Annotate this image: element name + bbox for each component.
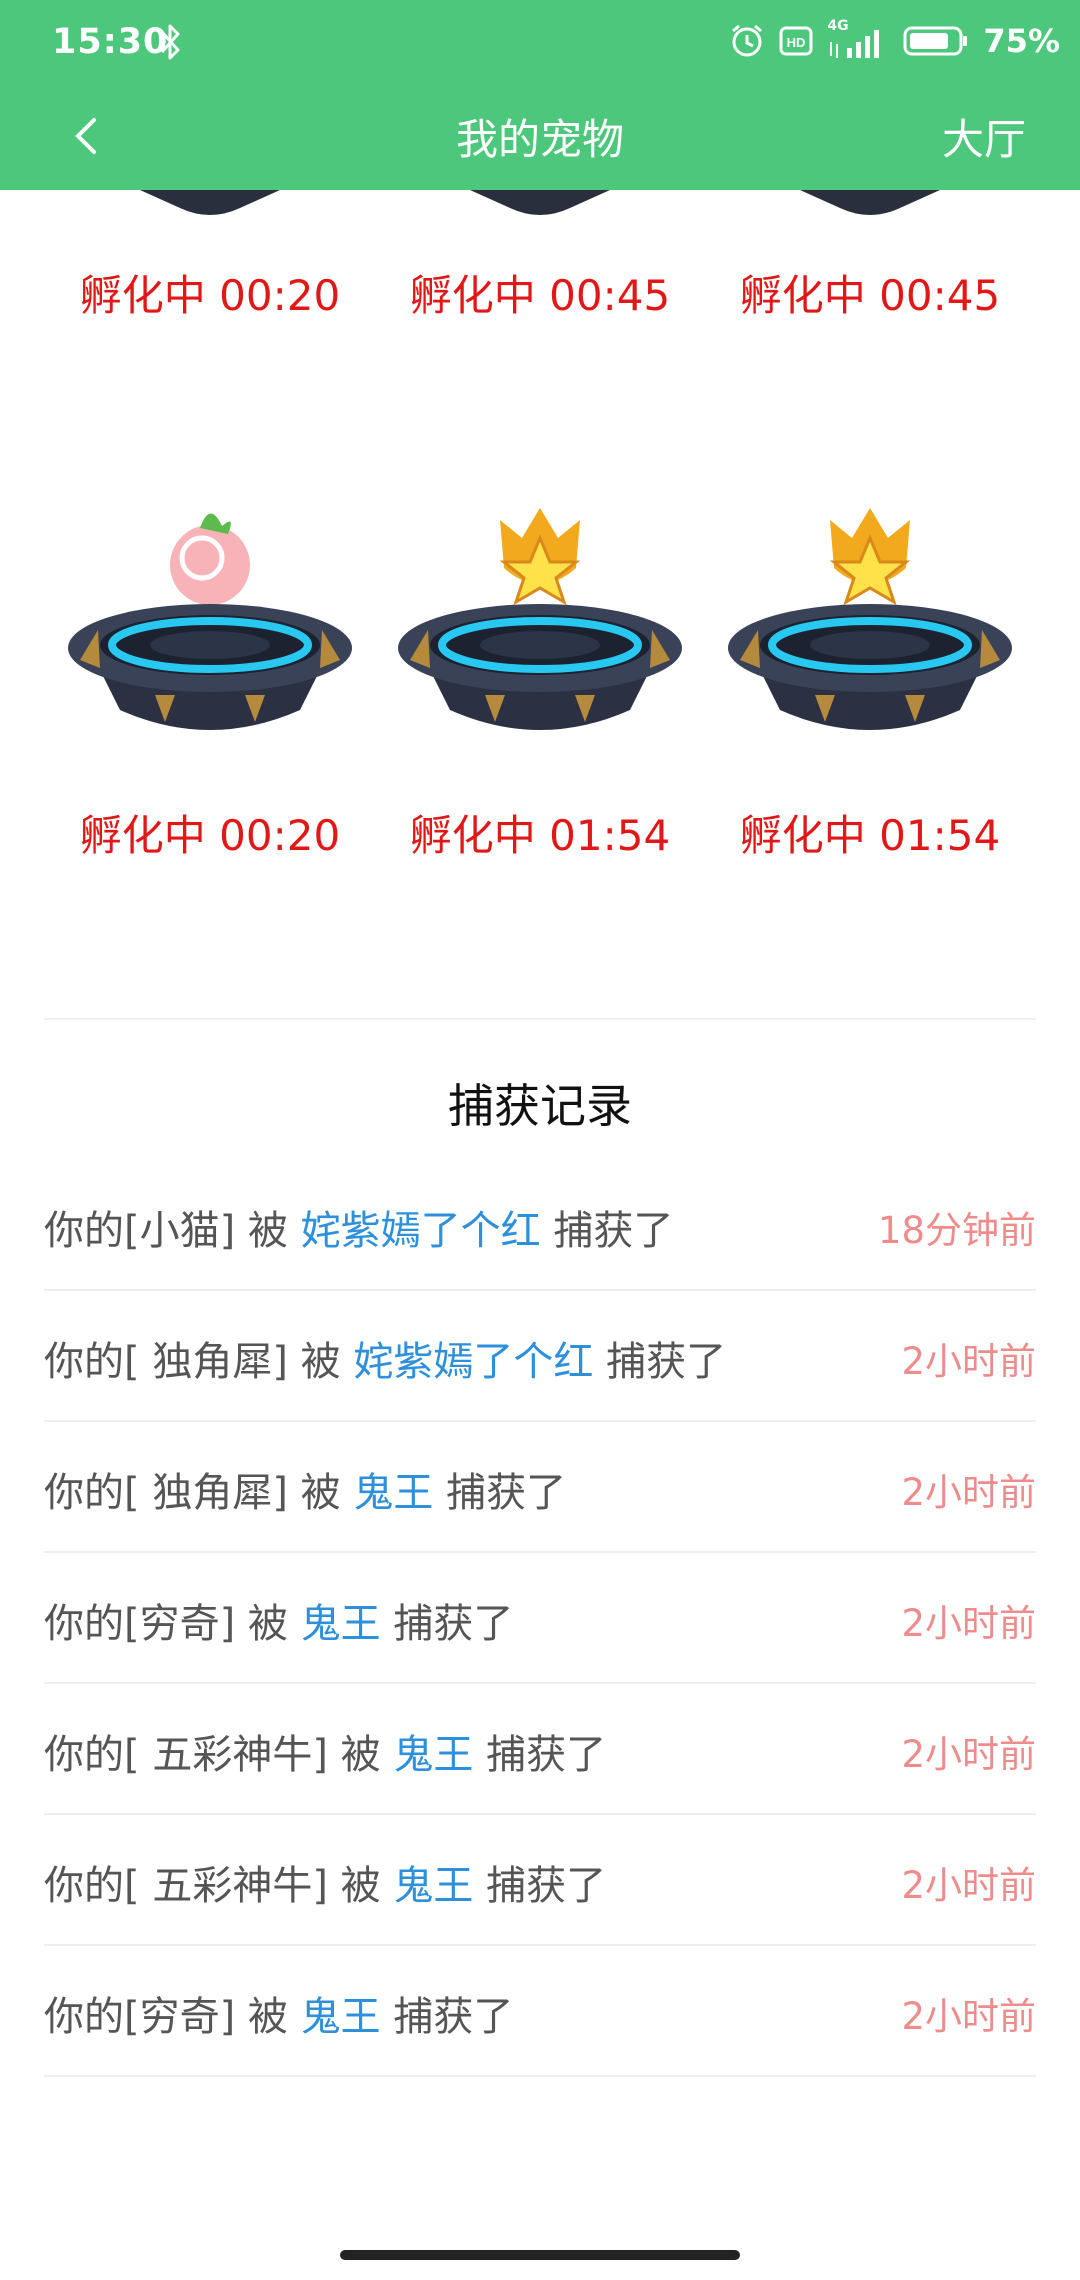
pedestal-stub [470, 190, 610, 220]
record-message: 你的[ 独角犀] 被 鬼王 捕获了 [44, 1460, 566, 1518]
status-bar: 15:30 HD 4G 75% [0, 0, 1080, 88]
list-item[interactable]: 你的[ 独角犀] 被 鬼王 捕获了 2小时前 [44, 1422, 1036, 1553]
player-name-link[interactable]: 鬼王 [393, 1863, 473, 1909]
record-prefix: 你的[穷奇] 被 [44, 1994, 301, 2040]
pet-slot[interactable] [50, 490, 370, 770]
battery-percent: 75% [983, 22, 1060, 60]
record-time: 2小时前 [901, 1602, 1036, 1645]
pedestal-stub [800, 190, 940, 220]
hatch-status: 孵化中 01:54 [739, 811, 1001, 860]
record-prefix: 你的[穷奇] 被 [44, 1601, 301, 1647]
record-time: 18分钟前 [877, 1209, 1036, 1252]
player-name-link[interactable]: 鬼王 [393, 1732, 473, 1778]
main-content: 孵化中 00:20 孵化中 00:45 孵化中 00:45 孵化中 00:20 … [0, 190, 1080, 2280]
player-name-link[interactable]: 鬼王 [301, 1994, 381, 2040]
peach-egg-icon [170, 513, 250, 605]
record-suffix: 捕获了 [540, 1208, 674, 1254]
record-time: 2小时前 [901, 1864, 1036, 1907]
home-indicator[interactable] [340, 2250, 740, 2260]
alarm-icon [732, 24, 763, 57]
record-suffix: 捕获了 [473, 1732, 607, 1778]
player-name-link[interactable]: 鬼王 [301, 1601, 381, 1647]
pedestal-stub [140, 190, 280, 220]
hatch-status: 孵化中 00:45 [739, 271, 1001, 320]
record-prefix: 你的[ 五彩神牛] 被 [44, 1863, 394, 1909]
hatch-status: 孵化中 01:54 [409, 811, 671, 860]
list-item[interactable]: 你的[穷奇] 被 鬼王 捕获了 2小时前 [44, 1553, 1036, 1684]
record-suffix: 捕获了 [593, 1339, 727, 1385]
player-name-link[interactable]: 姹紫嫣了个红 [353, 1339, 593, 1385]
record-message: 你的[ 五彩神牛] 被 鬼王 捕获了 [44, 1722, 606, 1780]
hatch-status: 孵化中 00:20 [79, 271, 341, 320]
hd-icon: HD [779, 26, 813, 56]
record-suffix: 捕获了 [473, 1863, 607, 1909]
hatch-status: 孵化中 00:45 [409, 271, 671, 320]
pet-slot[interactable] [380, 490, 700, 770]
hall-button[interactable]: 大厅 [942, 106, 1026, 167]
star-egg-icon [829, 508, 911, 606]
record-time: 2小时前 [901, 1995, 1036, 2038]
record-time: 2小时前 [901, 1340, 1036, 1383]
record-suffix: 捕获了 [433, 1470, 567, 1516]
battery-icon [903, 26, 968, 56]
record-message: 你的[ 五彩神牛] 被 鬼王 捕获了 [44, 1853, 606, 1911]
record-prefix: 你的[ 独角犀] 被 [44, 1339, 354, 1385]
player-name-link[interactable]: 姹紫嫣了个红 [301, 1208, 541, 1254]
navbar: 我的宠物 大厅 [0, 88, 1080, 190]
list-item[interactable]: 你的[小猫] 被 姹紫嫣了个红 捕获了 18分钟前 [44, 1160, 1036, 1291]
hatch-platform [68, 513, 352, 730]
player-name-link[interactable]: 鬼王 [353, 1470, 433, 1516]
section-divider [44, 1018, 1036, 1020]
app-header: 15:30 HD 4G 75% 我的宠物 大厅 [0, 0, 1080, 190]
status-right: HD 4G 75% [729, 18, 1060, 60]
page-title: 我的宠物 [455, 115, 624, 164]
record-message: 你的[穷奇] 被 鬼王 捕获了 [44, 1984, 513, 2042]
star-egg-icon [499, 508, 581, 606]
record-time: 2小时前 [901, 1471, 1036, 1514]
signal-4g-icon: 4G [827, 18, 889, 60]
record-message: 你的[小猫] 被 姹紫嫣了个红 捕获了 [44, 1198, 673, 1256]
list-item[interactable]: 你的[ 独角犀] 被 姹紫嫣了个红 捕获了 2小时前 [44, 1291, 1036, 1422]
list-item[interactable]: 你的[穷奇] 被 鬼王 捕获了 2小时前 [44, 1946, 1036, 2077]
record-message: 你的[ 独角犀] 被 姹紫嫣了个红 捕获了 [44, 1329, 726, 1387]
list-item[interactable]: 你的[ 五彩神牛] 被 鬼王 捕获了 2小时前 [44, 1815, 1036, 1946]
record-prefix: 你的[ 独角犀] 被 [44, 1470, 354, 1516]
hatch-platform [398, 508, 682, 730]
list-item[interactable]: 你的[ 五彩神牛] 被 鬼王 捕获了 2小时前 [44, 1684, 1036, 1815]
records-title: 捕获记录 [448, 1079, 632, 1133]
svg-text:HD: HD [787, 35, 806, 50]
record-prefix: 你的[小猫] 被 [44, 1208, 301, 1254]
record-time: 2小时前 [901, 1733, 1036, 1776]
record-message: 你的[穷奇] 被 鬼王 捕获了 [44, 1591, 513, 1649]
hatch-status: 孵化中 00:20 [79, 811, 341, 860]
pet-row-top: 孵化中 00:20 孵化中 00:45 孵化中 00:45 [0, 190, 1080, 370]
record-suffix: 捕获了 [380, 1601, 514, 1647]
record-prefix: 你的[ 五彩神牛] 被 [44, 1732, 394, 1778]
bluetooth-icon [160, 24, 180, 60]
status-time: 15:30 [52, 22, 169, 62]
pet-slot[interactable] [710, 490, 1030, 770]
record-suffix: 捕获了 [380, 1994, 514, 2040]
hatch-platform [728, 508, 1012, 730]
